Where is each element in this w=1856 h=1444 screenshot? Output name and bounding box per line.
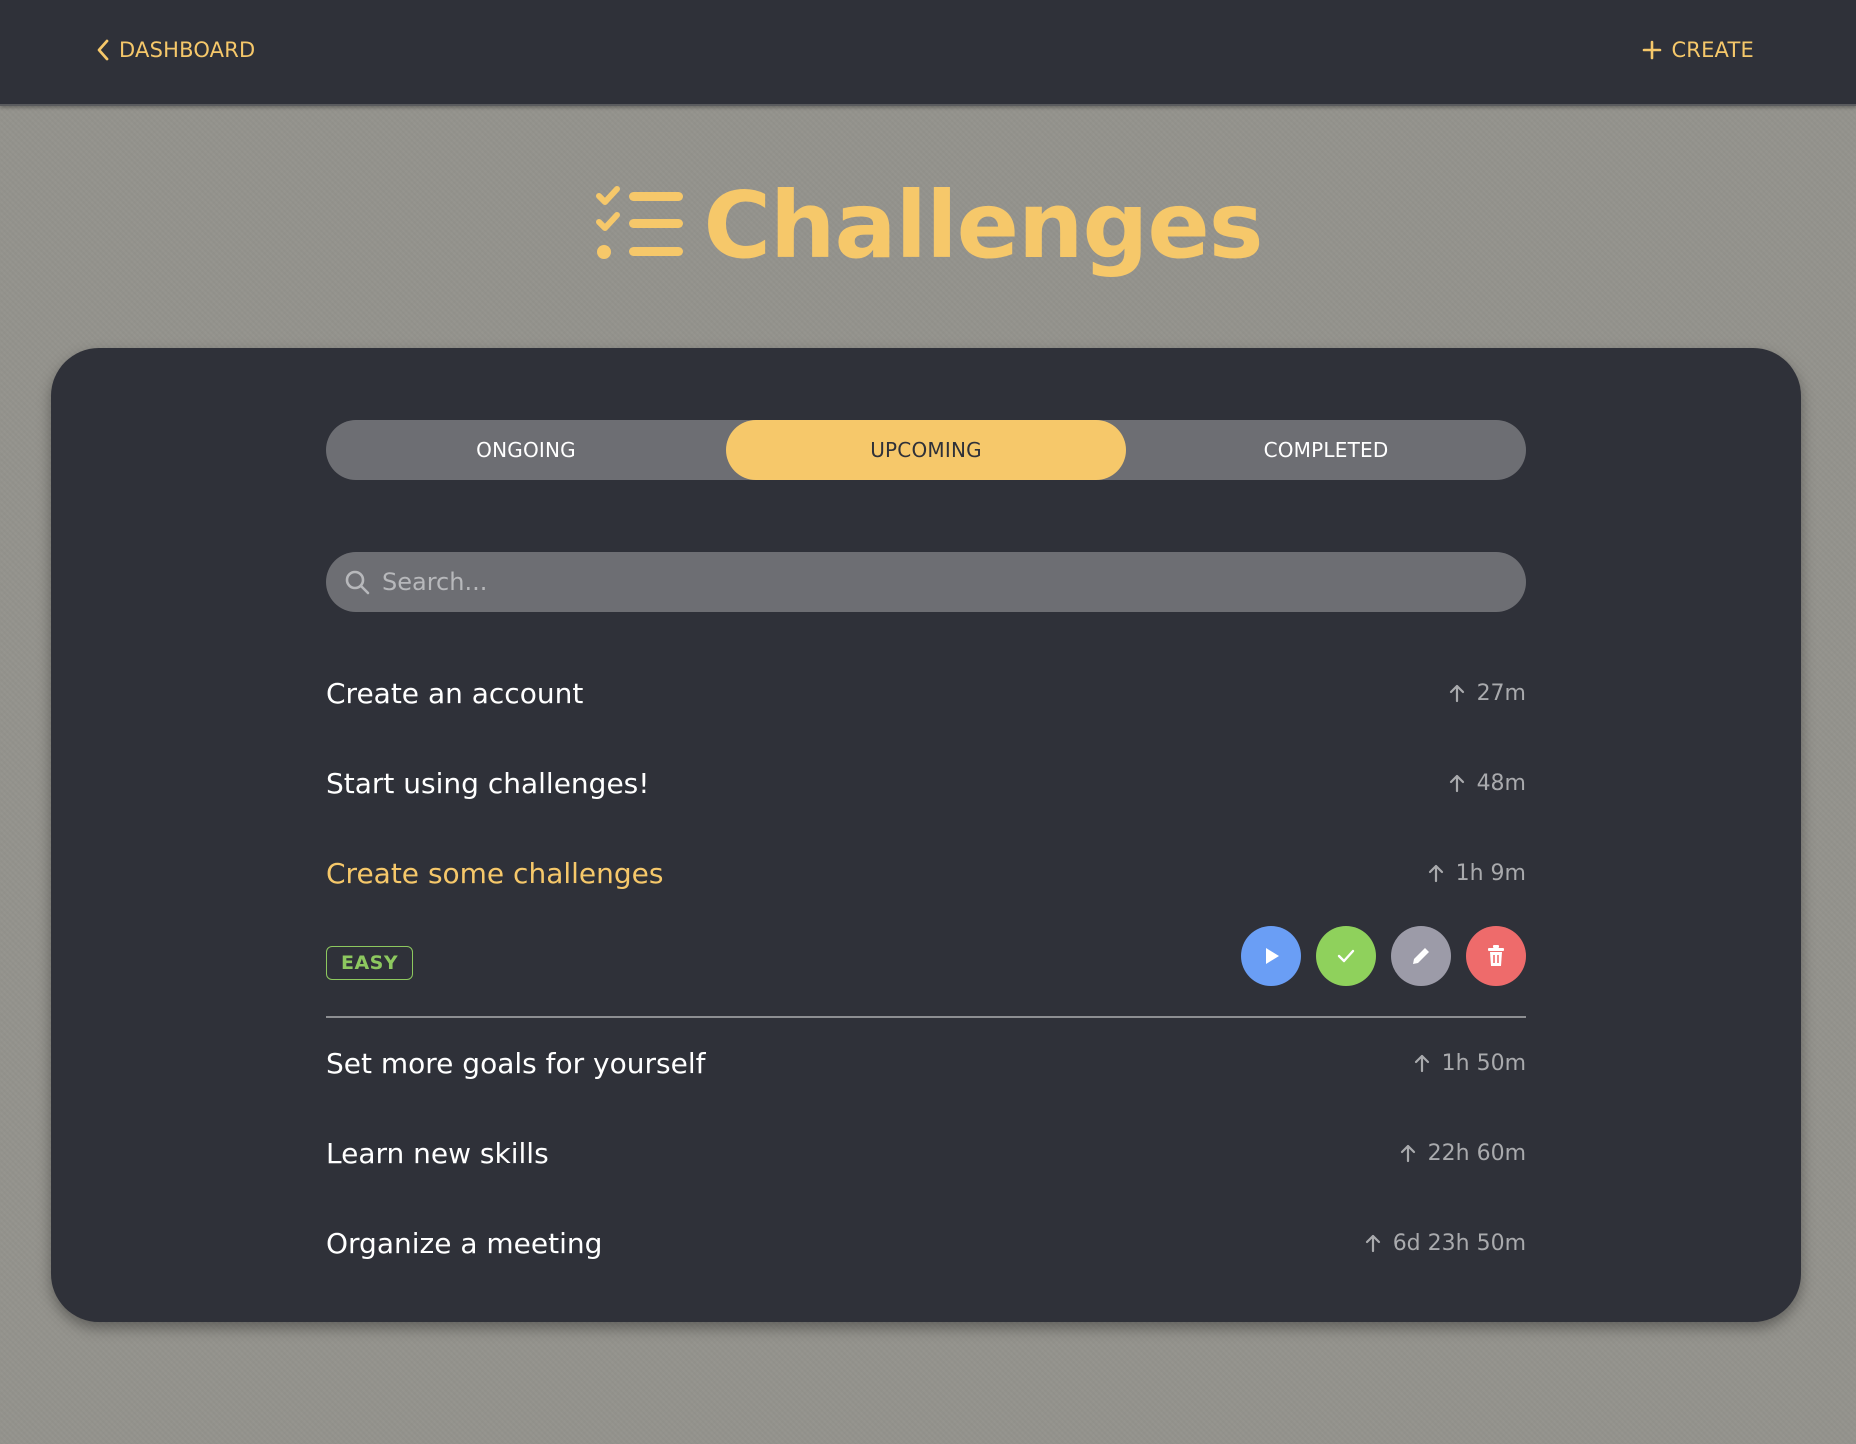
arrow-up-icon bbox=[1449, 774, 1464, 793]
top-bar: DASHBOARD CREATE bbox=[0, 0, 1856, 106]
challenge-title: Organize a meeting bbox=[326, 1226, 603, 1260]
tab-ongoing[interactable]: ONGOING bbox=[326, 420, 726, 480]
plus-icon bbox=[1643, 40, 1662, 60]
arrow-up-icon bbox=[1449, 684, 1464, 703]
dashboard-link[interactable]: DASHBOARD bbox=[96, 38, 255, 62]
challenge-time: 6d 23h 50m bbox=[1365, 1231, 1526, 1256]
challenge-time: 1h 9m bbox=[1428, 861, 1526, 886]
challenges-panel: ONGOING UPCOMING COMPLETED Create an acc… bbox=[51, 348, 1801, 1322]
challenge-time: 27m bbox=[1449, 681, 1526, 706]
dashboard-link-label: DASHBOARD bbox=[119, 38, 256, 62]
search-input[interactable] bbox=[382, 568, 1482, 596]
create-link-label: CREATE bbox=[1671, 38, 1754, 62]
list-item-selected[interactable]: Create some challenges 1h 9m bbox=[326, 828, 1526, 918]
page-title: Challenges bbox=[703, 172, 1263, 279]
challenge-time: 48m bbox=[1449, 771, 1526, 796]
play-icon bbox=[1266, 948, 1279, 964]
challenge-list: Create an account 27m Start using challe… bbox=[326, 648, 1526, 1288]
challenge-title: Create some challenges bbox=[326, 856, 664, 890]
tab-upcoming[interactable]: UPCOMING bbox=[726, 420, 1126, 480]
challenge-details: EASY bbox=[326, 918, 1526, 1016]
difficulty-badge: EASY bbox=[326, 946, 414, 980]
complete-button[interactable] bbox=[1316, 926, 1376, 986]
challenge-time-value: 6d 23h 50m bbox=[1392, 1230, 1526, 1256]
edit-button[interactable] bbox=[1391, 926, 1451, 986]
challenge-title: Create an account bbox=[326, 676, 584, 710]
start-button[interactable] bbox=[1241, 926, 1301, 986]
challenge-title: Start using challenges! bbox=[326, 766, 650, 800]
arrow-up-icon bbox=[1400, 1144, 1415, 1163]
challenge-title: Set more goals for yourself bbox=[326, 1046, 706, 1080]
tab-completed[interactable]: COMPLETED bbox=[1126, 420, 1526, 480]
list-item[interactable]: Learn new skills 22h 60m bbox=[326, 1108, 1526, 1198]
list-item[interactable]: Organize a meeting 6d 23h 50m bbox=[326, 1198, 1526, 1288]
trash-icon bbox=[1488, 945, 1504, 966]
pencil-icon bbox=[1413, 948, 1429, 964]
list-item[interactable]: Start using challenges! 48m bbox=[326, 738, 1526, 828]
chevron-left-icon bbox=[97, 39, 109, 61]
challenge-time: 1h 50m bbox=[1414, 1051, 1526, 1076]
challenge-time-value: 48m bbox=[1476, 770, 1526, 796]
check-icon bbox=[1337, 949, 1355, 963]
arrow-up-icon bbox=[1414, 1054, 1429, 1073]
create-link[interactable]: CREATE bbox=[1642, 38, 1754, 62]
search-bar bbox=[326, 552, 1526, 612]
list-item[interactable]: Create an account 27m bbox=[326, 648, 1526, 738]
challenge-actions bbox=[1241, 926, 1526, 986]
challenge-time-value: 27m bbox=[1476, 680, 1526, 706]
status-tabs: ONGOING UPCOMING COMPLETED bbox=[326, 420, 1526, 480]
challenge-time-value: 22h 60m bbox=[1427, 1140, 1526, 1166]
page-header: Challenges bbox=[0, 170, 1856, 282]
challenge-title: Learn new skills bbox=[326, 1136, 549, 1170]
list-item[interactable]: Set more goals for yourself 1h 50m bbox=[326, 1018, 1526, 1108]
checklist-icon bbox=[596, 186, 684, 259]
arrow-up-icon bbox=[1365, 1234, 1380, 1253]
challenge-time-value: 1h 50m bbox=[1441, 1050, 1526, 1076]
search-icon bbox=[345, 570, 370, 595]
challenge-time: 22h 60m bbox=[1400, 1141, 1526, 1166]
challenge-time-value: 1h 9m bbox=[1455, 860, 1526, 886]
delete-button[interactable] bbox=[1466, 926, 1526, 986]
arrow-up-icon bbox=[1428, 864, 1443, 883]
